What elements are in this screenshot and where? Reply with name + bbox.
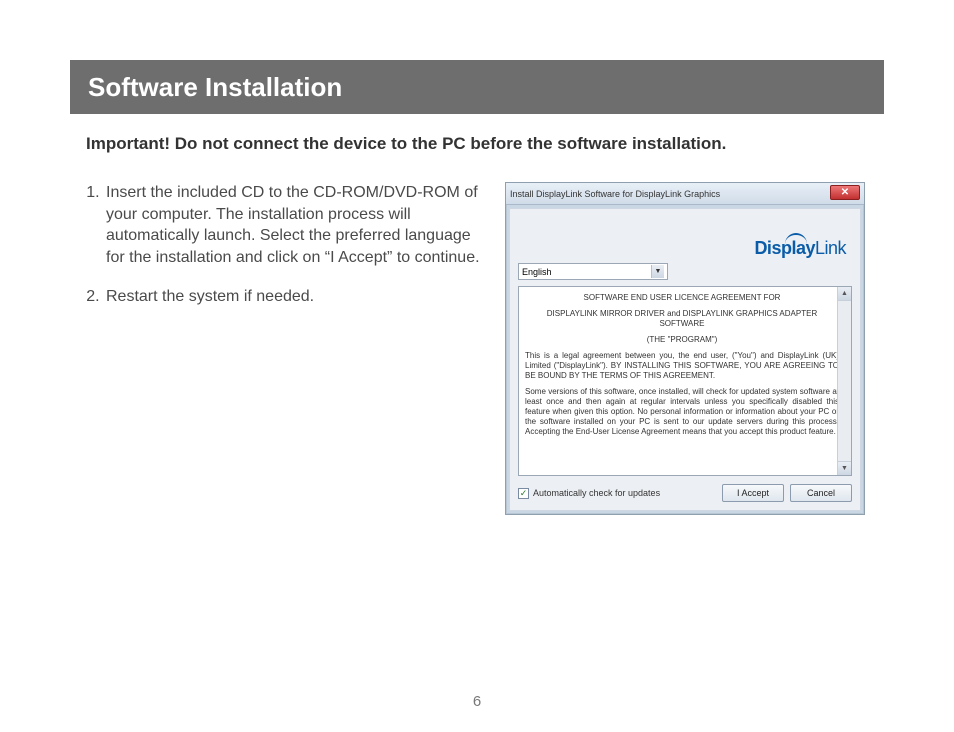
section-title: Software Installation: [88, 72, 342, 103]
step-1: Insert the included CD to the CD-ROM/DVD…: [104, 182, 481, 268]
scroll-up-icon[interactable]: ▲: [838, 287, 851, 301]
cancel-button-label: Cancel: [807, 488, 835, 498]
section-header: Software Installation: [70, 60, 884, 114]
cancel-button[interactable]: Cancel: [790, 484, 852, 502]
logo-row: DisplayLink: [518, 215, 852, 259]
license-para-1: This is a legal agreement between you, t…: [525, 351, 839, 381]
checkbox-icon[interactable]: ✓: [518, 488, 529, 499]
instructions-column: Insert the included CD to the CD-ROM/DVD…: [86, 182, 481, 515]
important-notice: Important! Do not connect the device to …: [86, 134, 868, 154]
dialog-footer: ✓ Automatically check for updates I Acce…: [518, 484, 852, 502]
close-button[interactable]: ✕: [830, 185, 860, 200]
button-row: I Accept Cancel: [722, 484, 852, 502]
content-row: Insert the included CD to the CD-ROM/DVD…: [86, 182, 868, 515]
license-textbox[interactable]: SOFTWARE END USER LICENCE AGREEMENT FOR …: [518, 286, 852, 476]
chevron-down-icon: ▼: [651, 265, 664, 278]
installer-dialog: Install DisplayLink Software for Display…: [505, 182, 865, 515]
scrollbar[interactable]: ▲ ▼: [837, 287, 851, 475]
logo-arc-icon: [785, 233, 807, 245]
license-content: SOFTWARE END USER LICENCE AGREEMENT FOR …: [519, 287, 851, 449]
page-number: 6: [0, 693, 954, 710]
license-heading-2: DISPLAYLINK MIRROR DRIVER and DISPLAYLIN…: [525, 309, 839, 329]
screenshot-figure: Install DisplayLink Software for Display…: [505, 182, 868, 515]
step-2: Restart the system if needed.: [104, 286, 481, 308]
scroll-down-icon[interactable]: ▼: [838, 461, 851, 475]
dialog-title: Install DisplayLink Software for Display…: [510, 189, 720, 199]
logo-text-reg: Link: [815, 238, 846, 258]
accept-button[interactable]: I Accept: [722, 484, 784, 502]
dialog-titlebar: Install DisplayLink Software for Display…: [506, 183, 864, 205]
accept-button-label: I Accept: [737, 488, 769, 498]
checkbox-label: Automatically check for updates: [533, 488, 660, 498]
license-heading-1: SOFTWARE END USER LICENCE AGREEMENT FOR: [525, 293, 839, 303]
close-icon: ✕: [841, 188, 849, 198]
language-value: English: [522, 267, 552, 277]
license-para-2: Some versions of this software, once ins…: [525, 387, 839, 437]
language-select[interactable]: English ▼: [518, 263, 668, 280]
auto-update-checkbox-row[interactable]: ✓ Automatically check for updates: [518, 488, 660, 499]
displaylink-logo: DisplayLink: [731, 238, 846, 259]
license-heading-3: (THE "PROGRAM"): [525, 335, 839, 345]
dialog-body: DisplayLink English ▼ SOFTWARE END USER …: [509, 208, 861, 511]
